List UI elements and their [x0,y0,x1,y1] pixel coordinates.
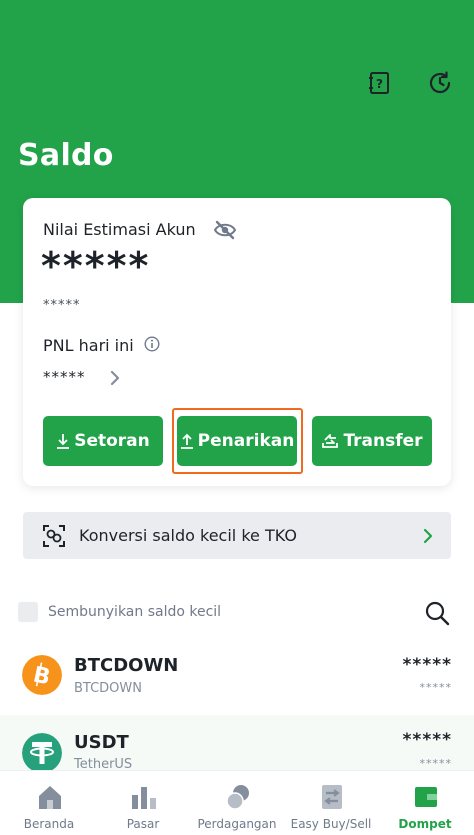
nav-label: Dompet [398,817,452,831]
tether-icon [22,733,62,773]
estimate-secondary-value: ***** [43,298,81,313]
asset-value-secondary: ***** [419,757,452,770]
asset-value: ***** [402,655,452,675]
hide-small-balance-row: Sembunyikan saldo kecil [18,600,456,626]
nav-item-pasar[interactable]: Pasar [96,771,190,835]
nav-item-perdagangan[interactable]: Perdagangan [190,771,284,835]
account-summary-card: Nilai Estimasi Akun ***** ***** PNL hari… [23,198,451,486]
asset-name: BTCDOWN [74,681,142,696]
transfer-label: Transfer [343,431,423,451]
home-icon [39,786,61,809]
transfer-icon [322,434,339,448]
hide-small-balance-checkbox[interactable] [18,602,38,622]
convert-icon [43,524,65,547]
nav-item-dompet[interactable]: Dompet [378,771,472,835]
svg-text:?: ? [376,77,383,91]
deposit-button[interactable]: Setoran [43,416,163,466]
info-icon[interactable] [144,336,160,352]
hide-small-balance-label: Sembunyikan saldo kecil [48,604,222,620]
asset-value-secondary: ***** [419,681,452,694]
nav-label: Pasar [126,817,160,831]
history-clock-icon[interactable] [427,70,453,96]
market-bars-icon [132,787,156,809]
wallet-screen: ? Saldo Nilai Estimasi Akun ***** ***** … [0,0,474,835]
asset-row-btcdown[interactable]: B BTCDOWN BTCDOWN ***** ***** [0,643,474,713]
chevron-right-icon[interactable] [109,370,121,386]
trade-coins-icon [226,785,249,810]
upload-arrow-icon [180,433,193,449]
nav-label: Easy Buy/Sell [290,817,372,831]
pnl-value: ***** [43,368,86,386]
wallet-icon [415,787,437,807]
chevron-right-icon [423,528,433,544]
nav-label: Perdagangan [197,817,277,831]
withdraw-label: Penarikan [197,431,295,451]
asset-symbol: BTCDOWN [74,655,179,676]
asset-symbol: USDT [74,732,129,753]
bitcoin-icon: B [22,655,62,695]
estimate-label: Nilai Estimasi Akun [43,220,196,239]
estimate-value: ***** [41,244,151,288]
nav-item-easy-buy-sell[interactable]: Easy Buy/Sell [284,771,378,835]
transfer-button[interactable]: Transfer [312,416,432,466]
page-title: Saldo [18,138,114,173]
exchange-icon [322,785,342,809]
search-icon[interactable] [424,600,450,626]
deposit-label: Setoran [74,431,150,451]
nav-item-beranda[interactable]: Beranda [2,771,96,835]
pnl-label: PNL hari ini [43,336,134,355]
convert-label: Konversi saldo kecil ke TKO [79,526,297,545]
nav-label: Beranda [23,817,75,831]
withdraw-button[interactable]: Penarikan [177,416,297,466]
hide-balance-eye-icon[interactable] [213,220,237,240]
convert-small-balance-bar[interactable]: Konversi saldo kecil ke TKO [23,512,451,559]
download-arrow-icon [57,434,70,449]
bottom-navigation: Beranda Pasar Perdagangan Easy Buy/Sell … [0,770,474,835]
help-document-icon[interactable]: ? [367,70,393,96]
asset-value: ***** [402,730,452,750]
